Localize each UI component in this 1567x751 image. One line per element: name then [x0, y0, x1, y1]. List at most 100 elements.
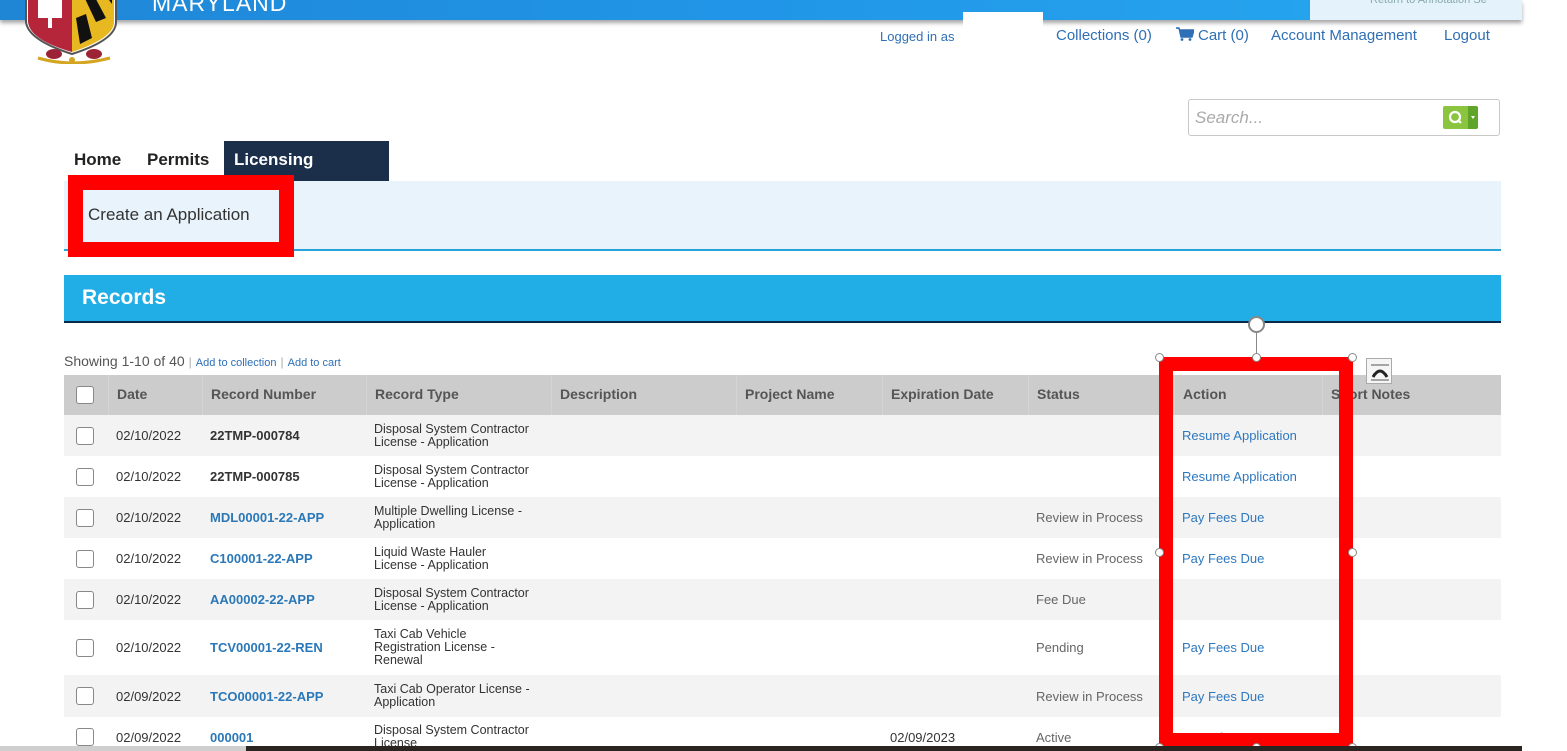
cell-record-number: 22TMP-000784 — [210, 428, 300, 443]
cart-link[interactable]: Cart (0) — [1176, 27, 1249, 44]
cell-date: 02/10/2022 — [116, 510, 182, 525]
cell-record-number[interactable]: C100001-22-APP — [202, 538, 313, 579]
record-type-line: Application — [374, 516, 436, 531]
add-to-cart-link[interactable]: Add to cart — [288, 357, 341, 369]
taskbar — [246, 746, 1522, 751]
cell-expiration-date — [882, 538, 890, 579]
cell-date: 02/10/2022 — [116, 469, 182, 484]
cell-expiration-date — [882, 415, 890, 456]
cell-status: Review in Process — [1036, 688, 1143, 704]
cell-project-name — [736, 456, 744, 497]
search-options-dropdown[interactable] — [1468, 106, 1478, 129]
cell-expiration-date — [882, 675, 890, 717]
records-title: Records — [82, 286, 167, 309]
cell-record-number: 22TMP-000785 — [210, 469, 300, 484]
cell-record-number[interactable]: AA00002-22-APP — [202, 579, 315, 620]
cell-expiration-date — [882, 620, 890, 675]
row-checkbox[interactable] — [76, 728, 94, 746]
record-type-line: Disposal System Contractor — [374, 462, 529, 477]
cell-project-name — [736, 620, 744, 675]
record-type-line: License - Application — [374, 598, 489, 613]
record-type-text: Disposal System Contractor License - Appl… — [374, 421, 529, 449]
search-button[interactable] — [1443, 106, 1468, 129]
maryland-seal-logo[interactable] — [16, 0, 132, 64]
cell-description — [551, 456, 559, 497]
banner-right-text[interactable]: Return to Annotation Se — [1370, 0, 1487, 6]
cell-record-type: Multiple Dwelling License - Application — [366, 497, 522, 538]
cell-description — [551, 497, 559, 538]
row-checkbox[interactable] — [76, 467, 94, 486]
add-to-collection-link[interactable]: Add to collection — [196, 357, 277, 369]
row-checkbox[interactable] — [76, 508, 94, 527]
record-type-line: Disposal System Contractor — [374, 421, 529, 436]
cell-date: 02/09/2022 — [116, 688, 182, 704]
cell-expiration-date — [882, 579, 890, 620]
resize-handle[interactable] — [1348, 353, 1357, 362]
resize-handle[interactable] — [1348, 548, 1357, 557]
record-type-line: License - Application — [374, 475, 489, 490]
cell-project-name — [736, 415, 744, 456]
cell-record-number[interactable]: MDL00001-22-APP — [202, 497, 324, 538]
cell-record-number[interactable]: TCV00001-22-REN — [202, 620, 323, 675]
col-status[interactable]: Status — [1028, 375, 1080, 415]
row-checkbox[interactable] — [76, 687, 94, 705]
record-type-line: Multiple Dwelling License - — [374, 503, 522, 518]
separator: | — [280, 355, 284, 369]
record-type-line: Renewal — [374, 653, 423, 667]
account-management-link[interactable]: Account Management — [1271, 27, 1417, 44]
brand-name: MARYLAND — [152, 0, 288, 16]
resize-handle[interactable] — [1155, 353, 1164, 362]
col-expiration-date[interactable]: Expiration Date — [882, 375, 994, 415]
cell-record-type: Disposal System Contractor License - Appl… — [366, 415, 529, 456]
resize-handle[interactable] — [1155, 548, 1164, 557]
cell-project-name — [736, 538, 744, 579]
records-summary: Showing 1-10 of 40 | Add to collection | Add… — [64, 353, 341, 369]
record-type-line: Liquid Waste Hauler — [374, 544, 487, 559]
col-date[interactable]: Date — [108, 375, 147, 415]
highlight-action-column — [1159, 357, 1353, 747]
cell-project-name — [736, 675, 744, 717]
cell-description — [551, 415, 559, 456]
logout-link[interactable]: Logout — [1444, 27, 1490, 44]
record-type-line: License - Application — [374, 557, 489, 572]
header-banner: MARYLAND — [0, 0, 1522, 20]
cell-record-type: Disposal System Contractor License - Appl… — [366, 456, 529, 497]
row-checkbox[interactable] — [76, 638, 94, 657]
row-checkbox[interactable] — [76, 590, 94, 609]
cell-project-name — [736, 497, 744, 538]
search-input[interactable] — [1195, 106, 1435, 130]
cell-record-number[interactable]: TCO00001-22-APP — [202, 675, 323, 717]
record-type-text: Taxi Cab Vehicle Registration License - Re… — [374, 628, 495, 667]
showing-count: Showing 1-10 of 40 — [64, 353, 185, 369]
col-record-number[interactable]: Record Number — [202, 375, 316, 415]
cell-status: Review in Process — [1036, 510, 1143, 525]
row-checkbox[interactable] — [76, 549, 94, 568]
rotate-handle-icon[interactable] — [1248, 316, 1265, 333]
text-wrap-icon — [1371, 364, 1389, 381]
cart-link-label: Cart (0) — [1198, 27, 1249, 44]
cell-description — [551, 538, 559, 579]
select-all-checkbox[interactable] — [76, 386, 94, 404]
cell-date: 02/10/2022 — [116, 428, 182, 443]
record-type-line: Disposal System Contractor — [374, 585, 529, 600]
col-project-name[interactable]: Project Name — [736, 375, 834, 415]
layout-options-icon[interactable] — [1366, 358, 1392, 384]
row-checkbox[interactable] — [76, 426, 94, 445]
cart-icon — [1176, 27, 1194, 41]
cell-description — [551, 620, 559, 675]
record-type-text: Disposal System Contractor License - Appl… — [374, 462, 529, 490]
record-type-line: Application — [374, 695, 436, 709]
cell-description — [551, 675, 559, 717]
col-record-type[interactable]: Record Type — [366, 375, 459, 415]
resize-handle[interactable] — [1252, 353, 1261, 362]
taskbar-left — [0, 746, 246, 751]
separator: | — [188, 355, 192, 369]
cell-status: Fee Due — [1036, 592, 1086, 607]
cell-project-name — [736, 579, 744, 620]
records-header: Records — [64, 275, 1501, 323]
cell-expiration-date — [882, 497, 890, 538]
col-description[interactable]: Description — [551, 375, 637, 415]
cell-date: 02/10/2022 — [116, 592, 182, 607]
search-icon — [1448, 110, 1462, 124]
collections-link[interactable]: Collections (0) — [1056, 27, 1152, 44]
